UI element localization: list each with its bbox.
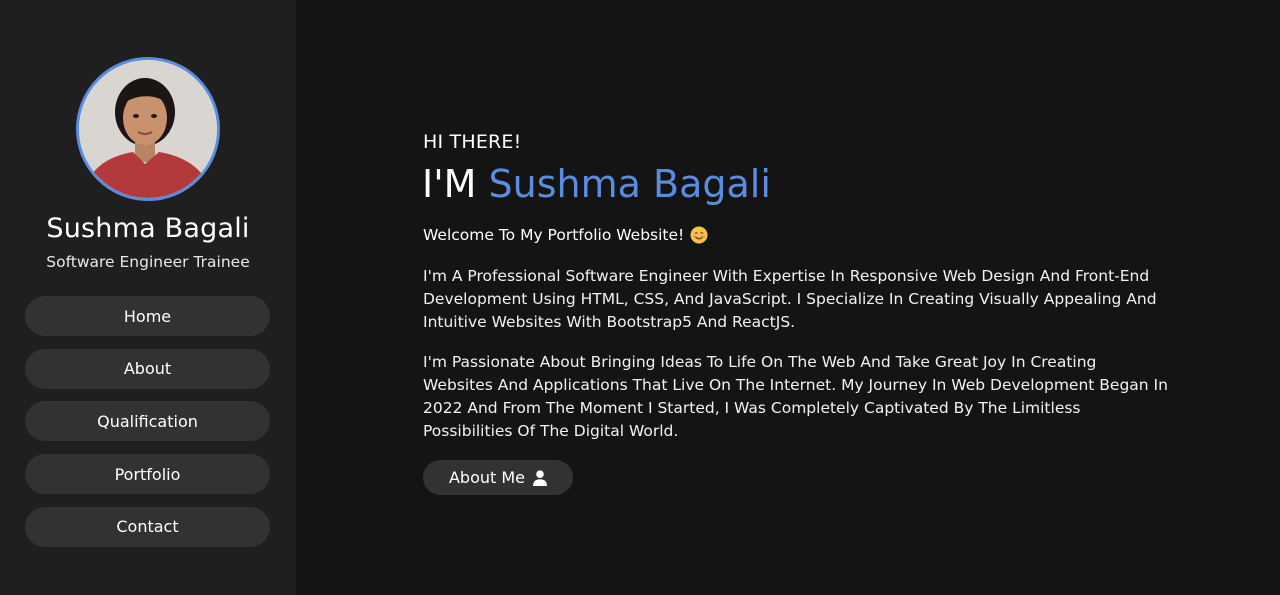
main-content: HI THERE! I'M Sushma Bagali Welcome To M… xyxy=(296,0,1280,595)
nav-item-about[interactable]: About xyxy=(25,348,270,389)
nav-item-contact[interactable]: Contact xyxy=(25,506,270,547)
welcome-text: Welcome To My Portfolio Website! xyxy=(423,226,685,244)
nav-item-home[interactable]: Home xyxy=(25,296,270,336)
nav-item-qualification[interactable]: Qualification xyxy=(25,401,270,442)
headline: I'M Sushma Bagali xyxy=(422,162,771,206)
sidebar: Sushma Bagali Software Engineer Trainee … xyxy=(0,0,296,595)
sidebar-nav: Home About Qualification Portfolio Conta… xyxy=(25,296,270,559)
smiling-face-emoji-icon xyxy=(690,226,708,244)
nav-item-portfolio[interactable]: Portfolio xyxy=(25,454,270,495)
profile-photo xyxy=(79,60,217,198)
intro-paragraph: I'm A Professional Software Engineer Wit… xyxy=(423,267,1157,331)
about-me-button-label: About Me xyxy=(448,468,526,487)
page: Sushma Bagali Software Engineer Trainee … xyxy=(0,0,1280,595)
avatar xyxy=(76,57,220,201)
journey-paragraph: I'm Passionate About Bringing Ideas To L… xyxy=(423,353,1168,440)
headline-name: Sushma Bagali xyxy=(488,162,771,206)
greeting: HI THERE! xyxy=(423,131,522,153)
profile-name: Sushma Bagali xyxy=(46,213,250,244)
about-me-button[interactable]: About Me xyxy=(423,460,573,495)
headline-prefix: I'M xyxy=(422,162,477,206)
user-icon xyxy=(533,469,548,486)
profile-role: Software Engineer Trainee xyxy=(46,253,250,271)
welcome-line: Welcome To My Portfolio Website! xyxy=(423,226,708,244)
